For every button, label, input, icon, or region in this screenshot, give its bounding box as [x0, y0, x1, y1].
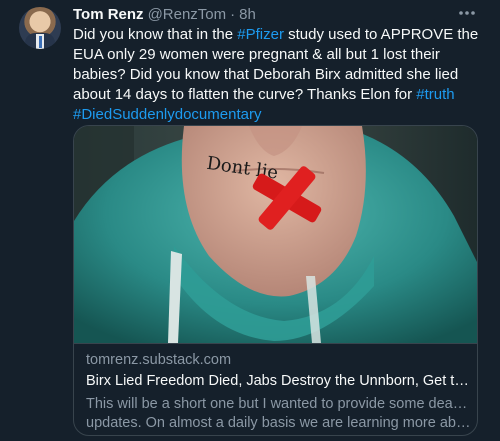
tweet-text-part-1: Did you know that in the — [73, 26, 238, 43]
more-options-button[interactable] — [456, 5, 478, 21]
card-description-line-2: updates. On almost a daily basis we are … — [86, 415, 471, 431]
card-meta: tomrenz.substack.com Birx Lied Freedom D… — [74, 343, 477, 435]
card-description: This will be a short one but I wanted to… — [86, 395, 471, 433]
header-separator: · — [230, 5, 236, 23]
author-handle[interactable]: @RenzTom — [148, 6, 227, 23]
hashtag-diedsuddenly[interactable]: #DiedSuddenlydocumentary — [73, 106, 261, 123]
card-image: Dont lie — [74, 126, 477, 343]
more-horizontal-icon — [459, 11, 475, 15]
tweet-text: Did you know that in the #Pfizer study u… — [73, 25, 483, 125]
tweet-header: Tom Renz @RenzTom · 8h — [73, 4, 256, 24]
avatar-tie — [38, 36, 42, 48]
tweet-timestamp[interactable]: 8h — [239, 6, 256, 23]
card-description-line-1: This will be a short one but I wanted to… — [86, 396, 471, 412]
hashtag-truth[interactable]: #truth — [416, 86, 454, 103]
author-name[interactable]: Tom Renz — [73, 6, 144, 23]
link-preview-card[interactable]: Dont lie tomrenz.substack.com Birx Lied … — [73, 125, 478, 436]
card-title: Birx Lied Freedom Died, Jabs Destroy the… — [86, 373, 471, 389]
hashtag-pfizer[interactable]: #Pfizer — [237, 26, 284, 43]
tweet[interactable]: Tom Renz @RenzTom · 8h Did you know that… — [0, 0, 500, 441]
author-avatar[interactable] — [19, 7, 61, 49]
card-domain: tomrenz.substack.com — [86, 352, 232, 368]
